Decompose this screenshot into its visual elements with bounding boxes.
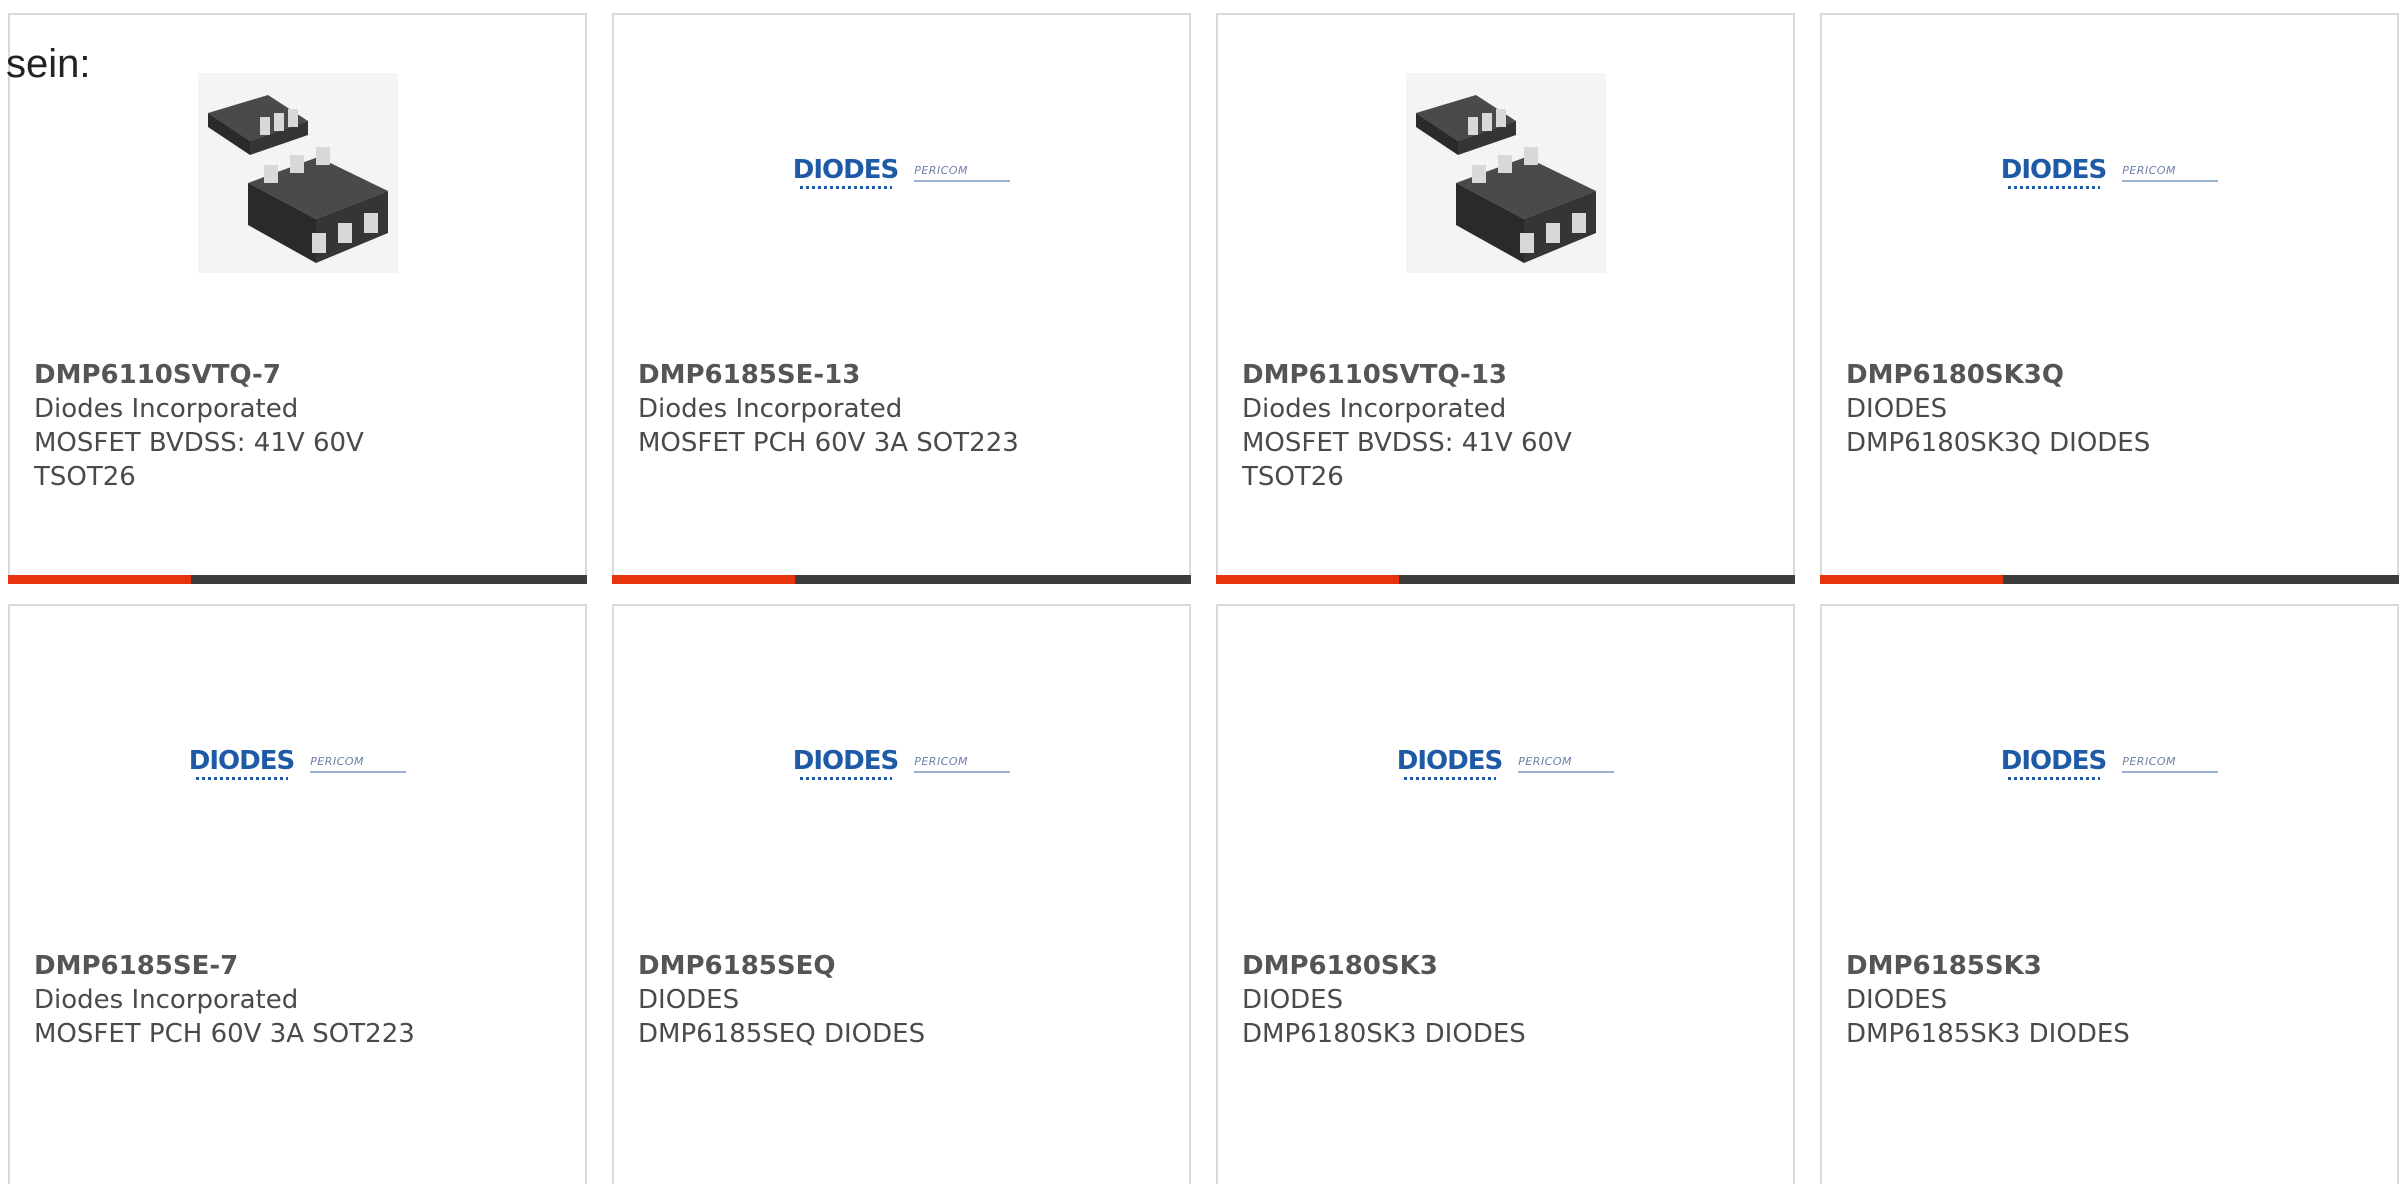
product-card[interactable]: DIODES PERICOM DMP6180SK3 DIODES DMP6180… — [1216, 604, 1795, 1184]
part-number[interactable]: DMP6180SK3 — [1242, 949, 1762, 983]
logo-brand-text: DIODES — [188, 746, 295, 776]
description-line: TSOT26 — [1242, 462, 1344, 492]
diodes-logo: DIODES PERICOM — [792, 155, 1011, 189]
product-info: DMP6185SE-13 Diodes Incorporated MOSFET … — [638, 358, 1158, 460]
logo-underline — [2007, 186, 2100, 189]
product-card[interactable]: DMP6110SVTQ-13 Diodes Incorporated MOSFE… — [1216, 13, 1795, 584]
card-progress-bar — [8, 575, 587, 584]
logo-partner-line — [310, 771, 407, 773]
product-image[interactable] — [10, 73, 585, 273]
product-card[interactable]: DIODES PERICOM DMP6185SK3 DIODES DMP6185… — [1820, 604, 2399, 1184]
diodes-logo: DIODES PERICOM — [792, 746, 1011, 780]
part-number[interactable]: DMP6185SE-7 — [34, 949, 554, 983]
product-image[interactable]: DIODES PERICOM — [614, 664, 1189, 864]
manufacturer: Diodes Incorporated — [1242, 394, 1507, 424]
logo-underline — [1403, 777, 1496, 780]
product-image[interactable]: DIODES PERICOM — [1822, 664, 2397, 864]
logo-partner-text: PERICOM — [2122, 755, 2177, 768]
product-image[interactable]: DIODES PERICOM — [614, 73, 1189, 273]
tsot26-chip-icon — [1405, 73, 1606, 273]
product-image[interactable]: DIODES PERICOM — [1218, 664, 1793, 864]
manufacturer: Diodes Incorporated — [638, 394, 903, 424]
product-image[interactable]: DIODES PERICOM — [1822, 73, 2397, 273]
description-line: MOSFET BVDSS: 41V 60V — [34, 428, 364, 458]
section-heading: sein: — [6, 42, 91, 86]
product-card[interactable]: DIODES PERICOM DMP6180SK3Q DIODES DMP618… — [1820, 13, 2399, 584]
product-image[interactable] — [1218, 73, 1793, 273]
part-number[interactable]: DMP6185SE-13 — [638, 358, 1158, 392]
card-progress-bar — [1216, 575, 1795, 584]
part-number[interactable]: DMP6185SEQ — [638, 949, 1158, 983]
card-progress-bar — [1820, 575, 2399, 584]
product-grid: DMP6110SVTQ-7 Diodes Incorporated MOSFET… — [8, 13, 2400, 1184]
diodes-logo: DIODES PERICOM — [188, 746, 407, 780]
manufacturer: DIODES — [1846, 394, 1948, 424]
logo-brand-text: DIODES — [2000, 746, 2107, 776]
manufacturer: DIODES — [1846, 985, 1948, 1015]
logo-partner-text: PERICOM — [1518, 755, 1573, 768]
tsot26-chip-icon — [197, 73, 398, 273]
diodes-logo: DIODES PERICOM — [2000, 155, 2219, 189]
part-number[interactable]: DMP6185SK3 — [1846, 949, 2366, 983]
logo-partner-line — [2122, 771, 2219, 773]
part-number[interactable]: DMP6180SK3Q — [1846, 358, 2366, 392]
card-progress-accent — [1820, 575, 2003, 584]
logo-partner-text: PERICOM — [2122, 164, 2177, 177]
description-line: MOSFET PCH 60V 3A SOT223 — [34, 1019, 415, 1049]
product-info: DMP6185SE-7 Diodes Incorporated MOSFET P… — [34, 949, 554, 1051]
part-number[interactable]: DMP6110SVTQ-13 — [1242, 358, 1762, 392]
product-info: DMP6110SVTQ-13 Diodes Incorporated MOSFE… — [1242, 358, 1762, 494]
description-line: MOSFET PCH 60V 3A SOT223 — [638, 428, 1019, 458]
logo-partner-text: PERICOM — [914, 164, 969, 177]
logo-partner-text: PERICOM — [310, 755, 365, 768]
card-progress-accent — [1216, 575, 1399, 584]
product-card[interactable]: DIODES PERICOM DMP6185SE-13 Diodes Incor… — [612, 13, 1191, 584]
description-line: TSOT26 — [34, 462, 136, 492]
product-card[interactable]: DIODES PERICOM DMP6185SE-7 Diodes Incorp… — [8, 604, 587, 1184]
product-info: DMP6185SK3 DIODES DMP6185SK3 DIODES — [1846, 949, 2366, 1051]
product-info: DMP6110SVTQ-7 Diodes Incorporated MOSFET… — [34, 358, 554, 494]
logo-partner-line — [914, 180, 1011, 182]
logo-brand-text: DIODES — [792, 155, 899, 185]
logo-partner-line — [1518, 771, 1615, 773]
part-number[interactable]: DMP6110SVTQ-7 — [34, 358, 554, 392]
description-line: MOSFET BVDSS: 41V 60V — [1242, 428, 1572, 458]
product-image[interactable]: DIODES PERICOM — [10, 664, 585, 864]
manufacturer: Diodes Incorporated — [34, 985, 299, 1015]
product-info: DMP6180SK3Q DIODES DMP6180SK3Q DIODES — [1846, 358, 2366, 460]
description-line: DMP6185SK3 DIODES — [1846, 1019, 2130, 1049]
description-line: DMP6185SEQ DIODES — [638, 1019, 926, 1049]
logo-brand-text: DIODES — [792, 746, 899, 776]
manufacturer: DIODES — [1242, 985, 1344, 1015]
product-card[interactable]: DMP6110SVTQ-7 Diodes Incorporated MOSFET… — [8, 13, 587, 584]
logo-partner-line — [2122, 180, 2219, 182]
logo-brand-text: DIODES — [1396, 746, 1503, 776]
diodes-logo: DIODES PERICOM — [2000, 746, 2219, 780]
logo-underline — [195, 777, 288, 780]
product-card[interactable]: DIODES PERICOM DMP6185SEQ DIODES DMP6185… — [612, 604, 1191, 1184]
logo-partner-line — [914, 771, 1011, 773]
manufacturer: Diodes Incorporated — [34, 394, 299, 424]
description-line: DMP6180SK3Q DIODES — [1846, 428, 2151, 458]
manufacturer: DIODES — [638, 985, 740, 1015]
logo-underline — [799, 186, 892, 189]
logo-brand-text: DIODES — [2000, 155, 2107, 185]
diodes-logo: DIODES PERICOM — [1396, 746, 1615, 780]
card-progress-accent — [612, 575, 795, 584]
logo-underline — [799, 777, 892, 780]
logo-underline — [2007, 777, 2100, 780]
logo-partner-text: PERICOM — [914, 755, 969, 768]
product-info: DMP6180SK3 DIODES DMP6180SK3 DIODES — [1242, 949, 1762, 1051]
description-line: DMP6180SK3 DIODES — [1242, 1019, 1526, 1049]
card-progress-bar — [612, 575, 1191, 584]
card-progress-accent — [8, 575, 191, 584]
product-info: DMP6185SEQ DIODES DMP6185SEQ DIODES — [638, 949, 1158, 1051]
